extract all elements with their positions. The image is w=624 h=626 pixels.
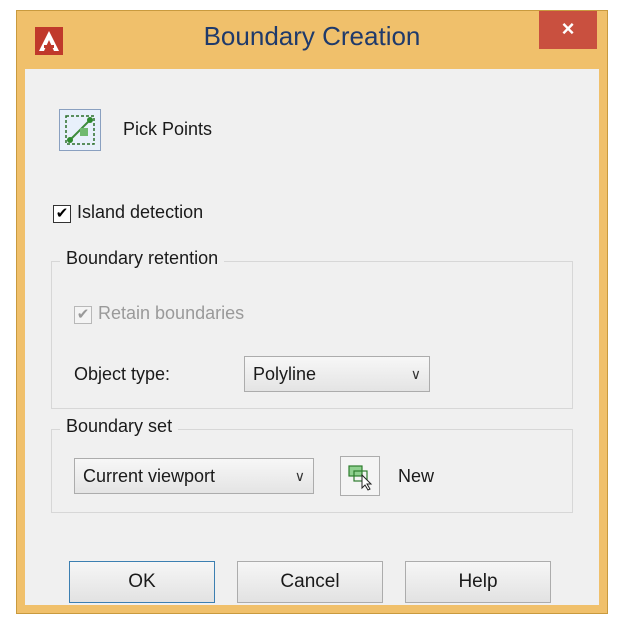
- close-button[interactable]: ×: [539, 11, 597, 49]
- help-button[interactable]: Help: [405, 561, 551, 603]
- cancel-button[interactable]: Cancel: [237, 561, 383, 603]
- boundary-set-value: Current viewport: [83, 466, 216, 486]
- boundary-retention-title: Boundary retention: [60, 248, 225, 269]
- boundary-creation-dialog: Boundary Creation × Pick Points ✔ Island…: [16, 10, 608, 614]
- ok-button[interactable]: OK: [69, 561, 215, 603]
- new-label: New: [398, 466, 435, 486]
- title-bar[interactable]: Boundary Creation ×: [17, 11, 607, 69]
- boundary-retention-group: Boundary retention ✔ Retain boundaries O…: [51, 248, 573, 409]
- new-selection-set-button[interactable]: [340, 456, 380, 496]
- retain-boundaries-label: Retain boundaries: [98, 303, 245, 323]
- pick-points-label: Pick Points: [123, 119, 213, 139]
- island-detection-checkbox[interactable]: ✔: [53, 205, 71, 223]
- retain-boundaries-checkbox[interactable]: ✔: [74, 306, 92, 324]
- boundary-set-title: Boundary set: [60, 416, 179, 437]
- boundary-set-group: Boundary set Current viewport ∨ New: [51, 416, 573, 513]
- object-type-value: Polyline: [253, 364, 317, 384]
- object-type-label: Object type:: [74, 364, 171, 384]
- dialog-title: Boundary Creation: [203, 21, 421, 51]
- boundary-set-select[interactable]: Current viewport ∨: [74, 458, 314, 494]
- chevron-down-icon: ∨: [294, 468, 305, 484]
- pick-points-icon: [65, 115, 95, 145]
- object-type-select[interactable]: Polyline ∨: [244, 356, 430, 392]
- dialog-body: Pick Points ✔ Island detection Boundary …: [25, 69, 599, 605]
- select-objects-icon: [348, 465, 373, 491]
- chevron-down-icon: ∨: [410, 366, 421, 382]
- island-detection-label[interactable]: Island detection: [77, 202, 203, 223]
- pick-points-button[interactable]: [59, 109, 101, 151]
